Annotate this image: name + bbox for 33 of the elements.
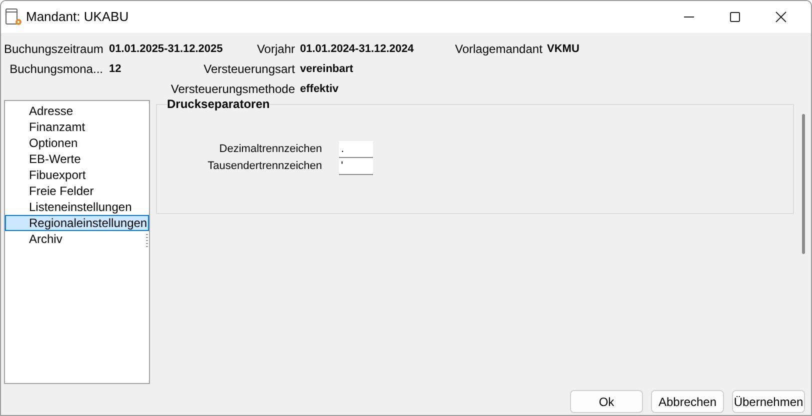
field-value: vereinbart	[300, 62, 354, 77]
close-icon[interactable]	[775, 11, 787, 23]
window-title: Mandant: UKABU	[26, 8, 129, 26]
field-label: Tausendertrennzeichen	[206, 159, 322, 174]
sidebar-item[interactable]: Regionaleinstellungen	[5, 215, 149, 231]
sidebar-item[interactable]: EB-Werte	[5, 151, 149, 167]
maximize-icon[interactable]	[729, 11, 741, 23]
field-value: 01.01.2025-31.12.2025	[109, 42, 224, 57]
field-label: Versteuerungsmethode	[170, 81, 295, 98]
sidebar-item[interactable]: Finanzamt	[5, 119, 149, 135]
field-label: Vorjahr	[256, 41, 295, 58]
scrollbar-thumb[interactable]	[802, 114, 805, 254]
sidebar-item[interactable]: Listeneinstellungen	[5, 199, 149, 215]
field-label: Vorlagemandant	[455, 41, 541, 58]
input-field[interactable]: '	[339, 158, 373, 175]
group-title: Druckseparatoren	[167, 97, 270, 111]
field-value: VKMU	[547, 42, 580, 57]
field-label: Versteuerungsart	[202, 61, 295, 78]
sidebar-item[interactable]: Archiv	[5, 231, 149, 247]
input-field[interactable]: .	[339, 141, 373, 158]
dialog-button[interactable]: Übernehmen	[732, 390, 805, 413]
window-icon	[5, 8, 23, 26]
field-value: effektiv	[300, 82, 340, 97]
sidebar-item[interactable]: Freie Felder	[5, 183, 149, 199]
dialog-button[interactable]: Abbrechen	[651, 390, 724, 413]
field-value: 01.01.2024-31.12.2024	[300, 42, 415, 57]
sidebar-item[interactable]: Fibuexport	[5, 167, 149, 183]
field-label: Buchungszeitraum	[4, 41, 103, 58]
sidebar-item[interactable]: Adresse	[5, 103, 149, 119]
field-label: Dezimaltrennzeichen	[218, 142, 322, 158]
field-label: Buchungsmona...	[8, 61, 103, 78]
dialog-button[interactable]: Ok	[570, 390, 643, 413]
sidebar-item[interactable]: Optionen	[5, 135, 149, 151]
